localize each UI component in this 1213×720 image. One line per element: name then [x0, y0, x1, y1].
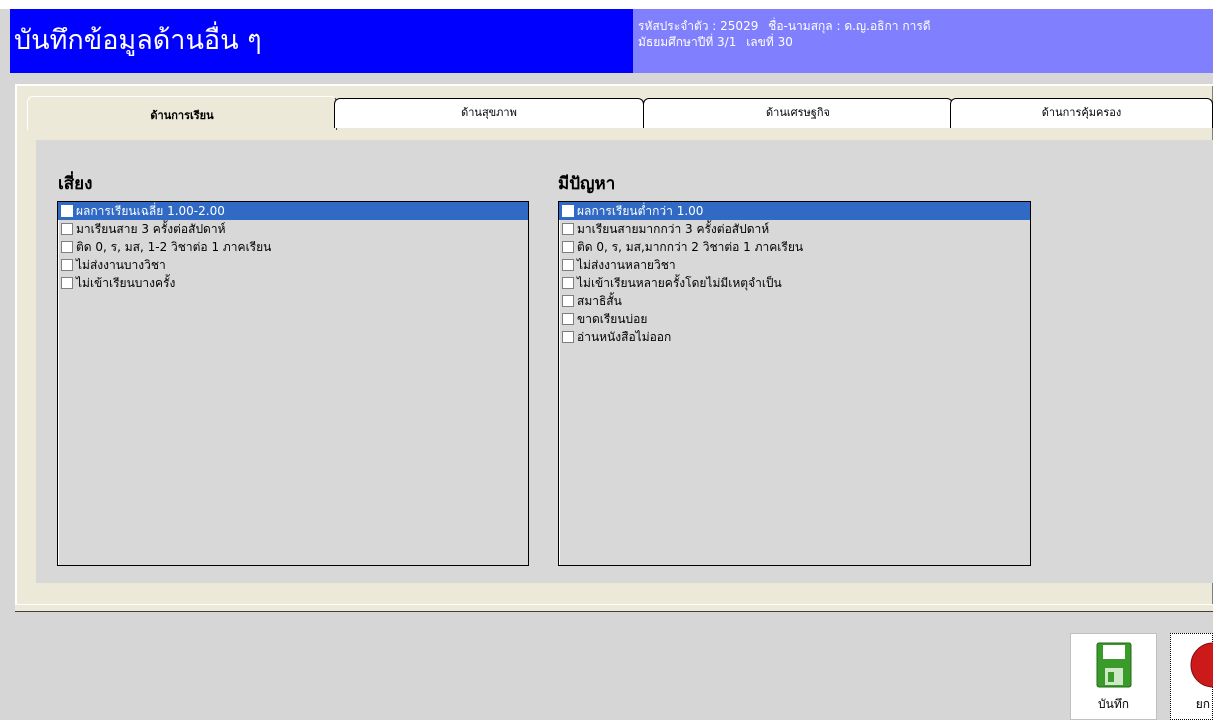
- checkbox[interactable]: [61, 205, 73, 217]
- student-class: มัธยมศึกษาปีที่ 3/1: [638, 35, 737, 49]
- checkbox[interactable]: [562, 205, 574, 217]
- list-item-label: ไม่ส่งงานบางวิชา: [76, 258, 166, 272]
- tab-health[interactable]: ด้านสุขภาพ: [334, 98, 644, 128]
- list-item[interactable]: มาเรียนสายมากกว่า 3 ครั้งต่อสัปดาห์: [559, 220, 1030, 238]
- list-item[interactable]: ไม่เข้าเรียนหลายครั้งโดยไม่มีเหตุจำเป็น: [559, 274, 1030, 292]
- problem-listbox[interactable]: ผลการเรียนต่ำกว่า 1.00 มาเรียนสายมากกว่า…: [558, 201, 1031, 566]
- list-item-label: ผลการเรียนต่ำกว่า 1.00: [577, 204, 704, 218]
- list-item[interactable]: ผลการเรียนต่ำกว่า 1.00: [559, 202, 1030, 220]
- list-item[interactable]: ผลการเรียนเฉลี่ย 1.00-2.00: [58, 202, 528, 220]
- tab-economy[interactable]: ด้านเศรษฐกิจ: [643, 98, 953, 128]
- checkbox[interactable]: [562, 331, 574, 343]
- tab-protection[interactable]: ด้านการคุ้มครอง: [950, 98, 1213, 128]
- floppy-disk-icon: [1096, 642, 1132, 688]
- cancel-icon: [1190, 642, 1213, 688]
- cancel-button-label: ยก: [1195, 697, 1210, 711]
- list-item-label: ไม่ส่งงานหลายวิชา: [577, 258, 676, 272]
- list-item[interactable]: ไม่ส่งงานบางวิชา: [58, 256, 528, 274]
- page-title: บันทึกข้อมูลด้านอื่น ๆ: [10, 9, 633, 73]
- checkbox[interactable]: [61, 223, 73, 235]
- checkbox[interactable]: [61, 241, 73, 253]
- student-name: ชื่อ-นามสกุล : ด.ญ.อธิกา การดี: [768, 19, 931, 33]
- list-item[interactable]: ติด 0, ร, มส, 1-2 วิชาต่อ 1 ภาคเรียน: [58, 238, 528, 256]
- student-number: เลขที่ 30: [746, 35, 793, 49]
- list-item[interactable]: ติด 0, ร, มส,มากกว่า 2 วิชาต่อ 1 ภาคเรีย…: [559, 238, 1030, 256]
- list-item-label: ติด 0, ร, มส,มากกว่า 2 วิชาต่อ 1 ภาคเรีย…: [577, 240, 804, 254]
- list-item-label: ผลการเรียนเฉลี่ย 1.00-2.00: [76, 204, 225, 218]
- tab-study[interactable]: ด้านการเรียน: [27, 96, 337, 130]
- list-item-label: ไม่เข้าเรียนบางครั้ง: [76, 276, 176, 290]
- student-info: รหัสประจำตัว : 25029 ชื่อ-นามสกุล : ด.ญ.…: [633, 9, 1213, 73]
- checkbox[interactable]: [61, 259, 73, 271]
- list-item-label: ติด 0, ร, มส, 1-2 วิชาต่อ 1 ภาคเรียน: [76, 240, 272, 254]
- list-item[interactable]: อ่านหนังสือไม่ออก: [559, 328, 1030, 346]
- risk-title: เสี่ยง: [58, 174, 93, 194]
- list-item-label: มาเรียนสาย 3 ครั้งต่อสัปดาห์: [76, 222, 226, 236]
- list-item[interactable]: ขาดเรียนบ่อย: [559, 310, 1030, 328]
- list-item-label: มาเรียนสายมากกว่า 3 ครั้งต่อสัปดาห์: [577, 222, 770, 236]
- save-button-label: บันทึก: [1098, 697, 1129, 711]
- checkbox[interactable]: [61, 277, 73, 289]
- student-id: รหัสประจำตัว : 25029: [638, 19, 759, 33]
- list-item-label: อ่านหนังสือไม่ออก: [577, 330, 672, 344]
- checkbox[interactable]: [562, 223, 574, 235]
- risk-listbox[interactable]: ผลการเรียนเฉลี่ย 1.00-2.00 มาเรียนสาย 3 …: [57, 201, 529, 566]
- checkbox[interactable]: [562, 241, 574, 253]
- frame-bottom: [15, 604, 1213, 612]
- list-item-label: ไม่เข้าเรียนหลายครั้งโดยไม่มีเหตุจำเป็น: [577, 276, 782, 290]
- checkbox[interactable]: [562, 277, 574, 289]
- checkbox[interactable]: [562, 313, 574, 325]
- list-item[interactable]: มาเรียนสาย 3 ครั้งต่อสัปดาห์: [58, 220, 528, 238]
- checkbox[interactable]: [562, 259, 574, 271]
- list-item[interactable]: สมาธิสั้น: [559, 292, 1030, 310]
- list-item[interactable]: ไม่ส่งงานหลายวิชา: [559, 256, 1030, 274]
- list-item-label: สมาธิสั้น: [577, 294, 622, 308]
- list-item[interactable]: ไม่เข้าเรียนบางครั้ง: [58, 274, 528, 292]
- cancel-button[interactable]: ยก: [1170, 633, 1213, 720]
- problem-title: มีปัญหา: [558, 174, 616, 194]
- save-button[interactable]: บันทึก: [1070, 633, 1157, 720]
- checkbox[interactable]: [562, 295, 574, 307]
- list-item-label: ขาดเรียนบ่อย: [577, 312, 648, 326]
